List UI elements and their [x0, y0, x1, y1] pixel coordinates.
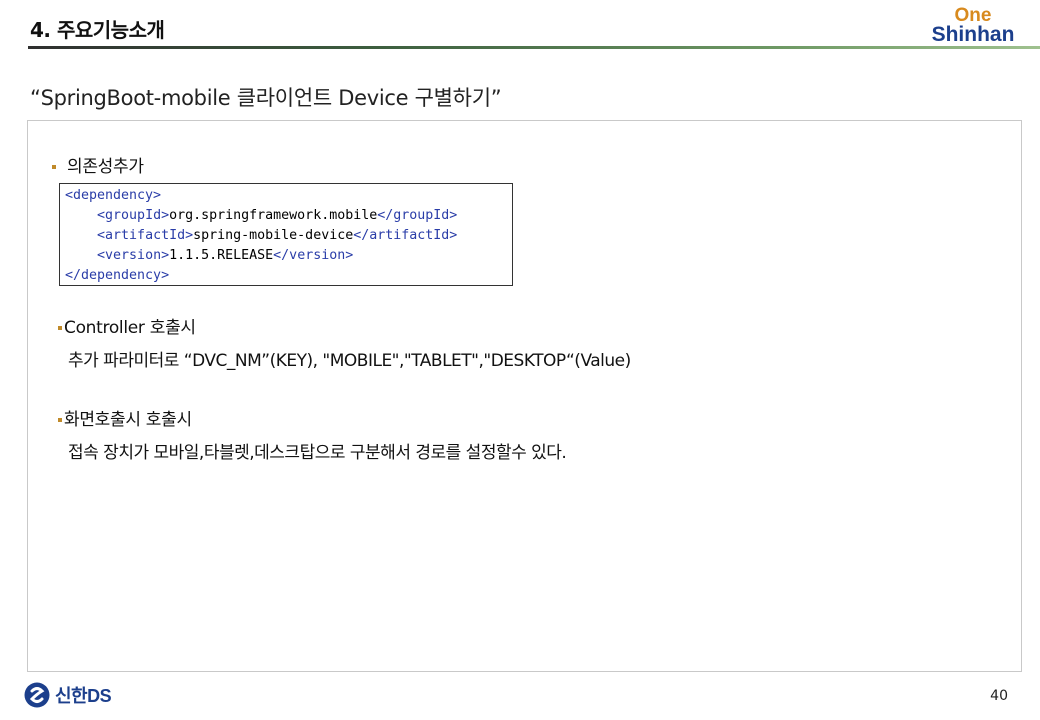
bullet-screen-call: 화면호출시 호출시: [58, 405, 192, 430]
slide-title: “SpringBoot-mobile 클라이언트 Device 구별하기”: [30, 86, 502, 110]
code-line: <artifactId>spring-mobile-device</artifa…: [97, 228, 458, 243]
code-line: <version>1.1.5.RELEASE</version>: [97, 248, 354, 263]
logo-shinhan-text: Shinhan: [931, 23, 1015, 46]
header-divider: [28, 46, 1040, 49]
page-number: 40: [990, 688, 1008, 704]
footer-logo: 신한DS: [24, 682, 112, 708]
bullet-marker: [52, 165, 56, 169]
section-title: 4. 주요기능소개: [30, 18, 165, 42]
shinhan-logo: One Shinhan: [928, 6, 1018, 45]
code-line: </dependency>: [65, 268, 170, 283]
footer-brand-text: 신한DS: [55, 686, 112, 706]
bullet-label: 의존성추가: [67, 157, 144, 177]
shinhan-emblem-icon: [24, 682, 50, 708]
code-line: <dependency>: [65, 188, 162, 203]
screen-call-description: 접속 장치가 모바일,타블렛,데스크탑으로 구분해서 경로를 설정할수 있다.: [68, 443, 567, 463]
controller-description: 추가 파라미터로 “DVC_NM”(KEY), "MOBILE","TABLET…: [68, 351, 631, 371]
bullet-label: 화면호출시 호출시: [64, 410, 192, 430]
bullet-controller: Controller 호출시: [58, 313, 196, 338]
code-block: <dependency> <groupId>org.springframewor…: [59, 183, 513, 286]
code-line: <groupId>org.springframework.mobile</gro…: [97, 208, 458, 223]
bullet-dependency: 의존성추가: [52, 152, 144, 177]
bullet-label: Controller 호출시: [64, 318, 196, 338]
bullet-marker: [58, 418, 62, 422]
bullet-marker: [58, 326, 62, 330]
